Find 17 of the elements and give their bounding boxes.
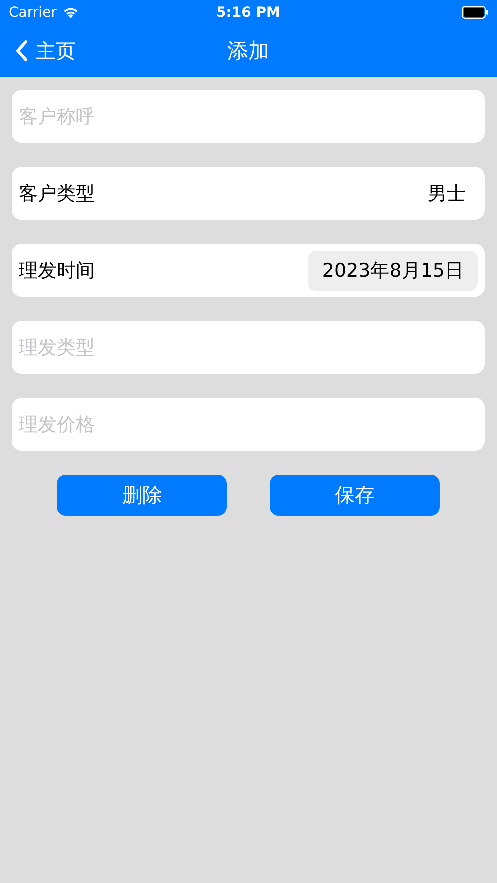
action-button[interactable]: 删除 [57,475,228,516]
action-button[interactable]: 保存 [270,475,440,516]
page-title: 添加 [228,38,270,65]
field-value: 男士 [428,182,467,206]
clock-time: 5:16 PM [216,4,280,20]
chevron-left-icon [15,40,28,62]
carrier-name: Carrier [9,4,57,20]
text-field[interactable]: 理发类型 [12,321,485,374]
text-field[interactable]: 理发价格 [12,398,485,451]
form-row[interactable]: 客户类型 男士 [12,167,485,220]
wifi-icon [62,6,80,19]
back-button[interactable]: 主页 [0,38,76,64]
battery-icon [462,6,489,19]
field-label: 客户类型 [19,182,95,206]
text-field[interactable]: 客户称呼 [12,90,485,143]
date-picker[interactable]: 2023年8月15日 [308,250,478,290]
field-label: 理发时间 [19,258,95,284]
